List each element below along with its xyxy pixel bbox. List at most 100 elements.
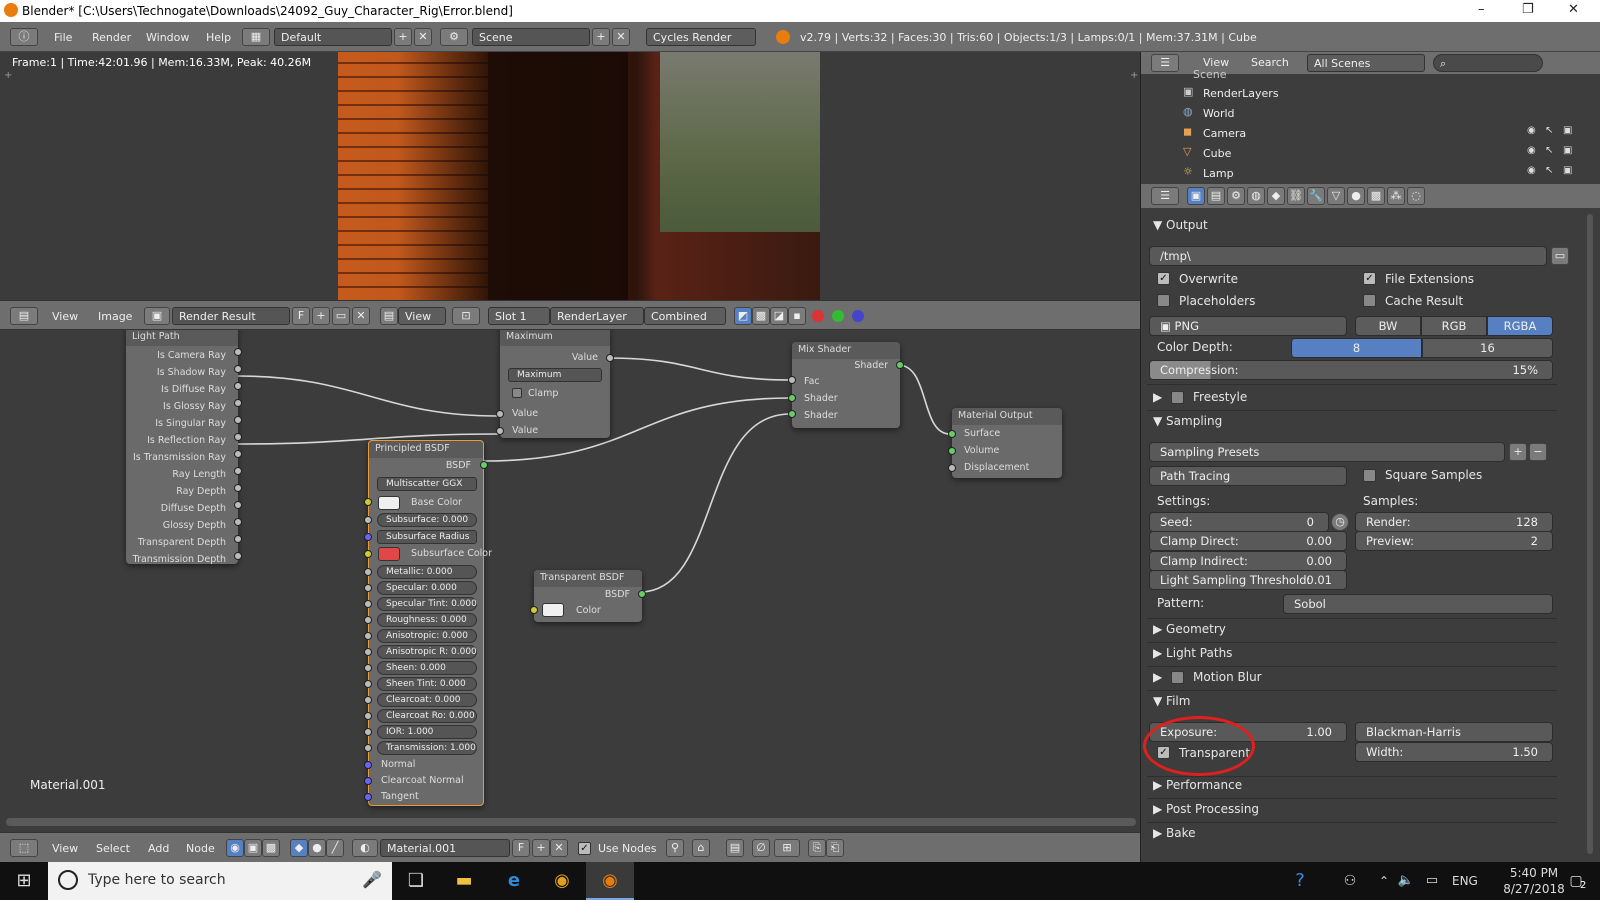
modifiers-tab-icon[interactable]: 🔧 bbox=[1307, 187, 1325, 205]
socket[interactable] bbox=[364, 632, 372, 640]
display-alpha-icon[interactable]: ▩ bbox=[752, 307, 770, 325]
geometry-panel-header[interactable]: ▶ Geometry bbox=[1153, 622, 1226, 636]
color-rgb-button[interactable]: RGB bbox=[1421, 316, 1487, 336]
socket[interactable] bbox=[234, 552, 242, 560]
film-panel-header[interactable]: ▼ Film bbox=[1153, 694, 1190, 708]
maximum-clamp-checkbox[interactable] bbox=[512, 388, 522, 398]
performance-panel-header[interactable]: ▶ Performance bbox=[1153, 778, 1242, 792]
socket[interactable] bbox=[234, 450, 242, 458]
socket[interactable] bbox=[364, 616, 372, 624]
color-bw-button[interactable]: BW bbox=[1355, 316, 1421, 336]
outliner-item-lamp[interactable]: Lamp bbox=[1203, 167, 1234, 180]
blue-channel-icon[interactable] bbox=[852, 310, 864, 322]
menu-file[interactable]: File bbox=[54, 31, 72, 44]
red-channel-icon[interactable] bbox=[812, 310, 824, 322]
socket[interactable] bbox=[234, 484, 242, 492]
mix-shader-node[interactable]: Mix Shader Shader Fac Shader Shader bbox=[788, 342, 904, 428]
view-mode-icon[interactable]: ▤ bbox=[380, 307, 398, 325]
placeholders-checkbox[interactable] bbox=[1157, 294, 1170, 307]
outliner-item-renderlayers[interactable]: RenderLayers bbox=[1203, 87, 1279, 100]
outliner-scene[interactable]: Scene bbox=[1193, 68, 1227, 81]
view-dropdown[interactable]: View bbox=[398, 307, 446, 325]
help-icon[interactable]: ? bbox=[1276, 862, 1324, 900]
minimize-button[interactable]: – bbox=[1478, 2, 1485, 17]
socket[interactable] bbox=[234, 399, 242, 407]
metallic-field[interactable]: Metallic: 0.000 bbox=[377, 565, 477, 579]
display-z-icon[interactable]: ◪ bbox=[770, 307, 788, 325]
socket[interactable] bbox=[606, 354, 614, 362]
roughness-field[interactable]: Roughness: 0.000 bbox=[377, 613, 477, 627]
file-extensions-checkbox[interactable]: ✓ bbox=[1363, 272, 1376, 285]
green-channel-icon[interactable] bbox=[832, 310, 844, 322]
scene-add-icon[interactable]: + bbox=[592, 28, 610, 46]
socket[interactable] bbox=[948, 430, 956, 438]
maximize-button[interactable]: ❐ bbox=[1522, 2, 1534, 17]
transparent-bsdf-node[interactable]: Transparent BSDF BSDF Color bbox=[530, 570, 646, 622]
socket[interactable] bbox=[638, 590, 646, 598]
socket[interactable] bbox=[234, 433, 242, 441]
compositing-nodes-icon[interactable]: ▣ bbox=[244, 839, 262, 857]
color-depth-8-button[interactable]: 8 bbox=[1291, 338, 1422, 358]
render-layers-tab-icon[interactable]: ▤ bbox=[1207, 187, 1225, 205]
parent-icon[interactable]: ⌂ bbox=[692, 839, 710, 857]
socket[interactable] bbox=[364, 533, 372, 541]
layout-remove-icon[interactable]: ✕ bbox=[414, 28, 432, 46]
data-tab-icon[interactable]: ▽ bbox=[1327, 187, 1345, 205]
linestyle-icon[interactable]: ╱ bbox=[326, 839, 344, 857]
file-browse-icon[interactable]: ▭ bbox=[1551, 247, 1569, 265]
socket[interactable] bbox=[788, 376, 796, 384]
node-menu-view[interactable]: View bbox=[52, 842, 78, 855]
socket[interactable] bbox=[234, 365, 242, 373]
socket[interactable] bbox=[496, 410, 504, 418]
snap-icon[interactable]: ⚲ bbox=[666, 839, 684, 857]
taskbar-search-box[interactable]: Type here to search 🎤 bbox=[48, 862, 392, 900]
socket[interactable] bbox=[364, 712, 372, 720]
square-samples-checkbox[interactable] bbox=[1363, 469, 1376, 482]
particles-tab-icon[interactable]: ⁂ bbox=[1387, 187, 1405, 205]
paste-nodes-icon[interactable]: ⎗ bbox=[826, 839, 844, 857]
menu-window[interactable]: Window bbox=[146, 31, 189, 44]
menu-help[interactable]: Help bbox=[206, 31, 231, 44]
image-browse-icon[interactable]: ▣ bbox=[144, 307, 170, 325]
render-samples-field[interactable]: Render: 128 bbox=[1355, 512, 1553, 532]
post-processing-panel-header[interactable]: ▶ Post Processing bbox=[1153, 802, 1259, 816]
socket[interactable] bbox=[364, 744, 372, 752]
microphone-icon[interactable]: 🎤 bbox=[362, 870, 382, 889]
fake-user-button[interactable]: F bbox=[292, 307, 310, 325]
subsurface-field[interactable]: Subsurface: 0.000 bbox=[377, 513, 477, 527]
windows-start-icon[interactable]: ⊞ bbox=[0, 862, 48, 900]
material-unlink-icon[interactable]: ✕ bbox=[550, 839, 568, 857]
seed-clock-icon[interactable]: ◷ bbox=[1331, 513, 1349, 531]
transmission-field[interactable]: Transmission: 1.000 bbox=[377, 741, 477, 755]
overwrite-checkbox[interactable]: ✓ bbox=[1157, 272, 1170, 285]
area-split-icon[interactable]: + bbox=[4, 70, 12, 81]
socket[interactable] bbox=[364, 648, 372, 656]
maximum-operation-dropdown[interactable]: Maximum bbox=[508, 368, 602, 382]
freestyle-panel-header[interactable]: ▶ bbox=[1153, 390, 1162, 404]
filter-width-field[interactable]: Width: 1.50 bbox=[1355, 742, 1553, 762]
edge-browser-icon[interactable]: e bbox=[490, 862, 538, 900]
sampling-panel-header[interactable]: ▼ Sampling bbox=[1153, 414, 1222, 428]
output-panel-header[interactable]: ▼ Output bbox=[1153, 218, 1208, 232]
select-arrow-icon[interactable]: ↖ bbox=[1545, 145, 1553, 156]
task-view-icon[interactable]: ❏ bbox=[392, 862, 440, 900]
image-unlink-icon[interactable]: ✕ bbox=[352, 307, 370, 325]
editor-type-info-icon[interactable]: ⓘ bbox=[10, 28, 38, 46]
render-camera-icon[interactable]: ▣ bbox=[1563, 125, 1572, 136]
clearcoat-roughness-field[interactable]: Clearcoat Ro: 0.000 bbox=[377, 709, 477, 723]
render-result-field[interactable]: Render Result bbox=[172, 307, 290, 325]
network-icon[interactable]: ▭ bbox=[1408, 862, 1456, 900]
pixel-filter-dropdown[interactable]: Blackman-Harris bbox=[1355, 722, 1553, 742]
render-camera-icon[interactable]: ▣ bbox=[1563, 145, 1572, 156]
light-path-node[interactable]: Light Path Is Camera Ray Is Shadow Ray I… bbox=[126, 330, 242, 565]
material-fake-user-button[interactable]: F bbox=[512, 839, 530, 857]
socket[interactable] bbox=[364, 568, 372, 576]
principled-bsdf-node[interactable]: Principled BSDF BSDF Multiscatter GGX Ba… bbox=[364, 440, 492, 806]
transparent-color-swatch[interactable] bbox=[542, 603, 564, 617]
socket[interactable] bbox=[364, 793, 372, 801]
constraints-tab-icon[interactable]: ⛓ bbox=[1287, 187, 1305, 205]
layout-add-icon[interactable]: + bbox=[394, 28, 412, 46]
clearcoat-field[interactable]: Clearcoat: 0.000 bbox=[377, 693, 477, 707]
preset-add-icon[interactable]: + bbox=[1509, 443, 1527, 461]
snap-toggle-icon[interactable]: ∅ bbox=[752, 839, 770, 857]
